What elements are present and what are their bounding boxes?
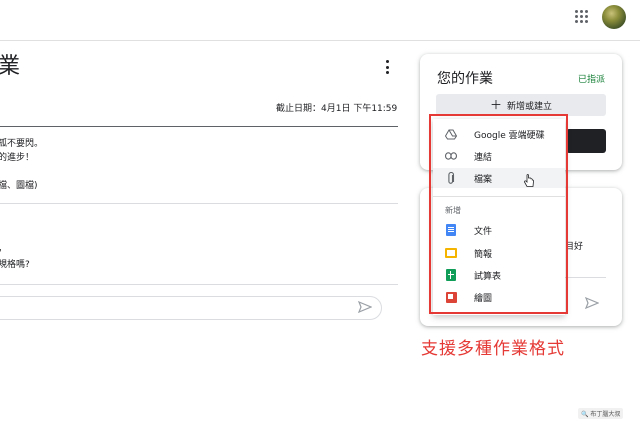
send-icon[interactable]	[585, 297, 599, 309]
class-comment-input[interactable]	[0, 296, 382, 320]
more-vert-icon[interactable]	[386, 60, 390, 74]
description-line-1: 孤不要閃。	[0, 139, 44, 149]
title-divider	[0, 126, 398, 127]
watermark-text: 布丁腦大叔	[590, 411, 621, 418]
comment-fragment: ，	[0, 243, 7, 255]
comment-divider	[0, 284, 398, 285]
plus-icon: ＋	[489, 98, 502, 112]
description-line-3: 檔、圖檔)	[0, 181, 38, 191]
your-work-title: 您的作業	[437, 71, 493, 87]
description-line-2: 的進步！	[0, 153, 35, 163]
user-avatar[interactable]	[602, 5, 626, 29]
annotation-caption: 支援多種作業格式	[421, 339, 565, 359]
header-divider	[0, 40, 640, 41]
section-divider	[0, 203, 398, 204]
due-date: 截止日期：4月1日 下午11:59	[276, 104, 398, 114]
comment-line: 規格嗎?	[0, 260, 30, 270]
status-badge: 已指派	[578, 75, 606, 85]
watermark: 🔍 布丁腦大叔	[578, 408, 624, 419]
apps-grid-icon[interactable]	[575, 10, 589, 24]
page-title: 業	[0, 54, 21, 79]
mark-done-button[interactable]	[566, 129, 606, 153]
annotation-highlight-box	[429, 114, 568, 314]
send-icon[interactable]	[358, 301, 372, 313]
add-or-create-label: 新增或建立	[507, 101, 553, 112]
add-or-create-button[interactable]: ＋ 新增或建立	[436, 94, 606, 116]
